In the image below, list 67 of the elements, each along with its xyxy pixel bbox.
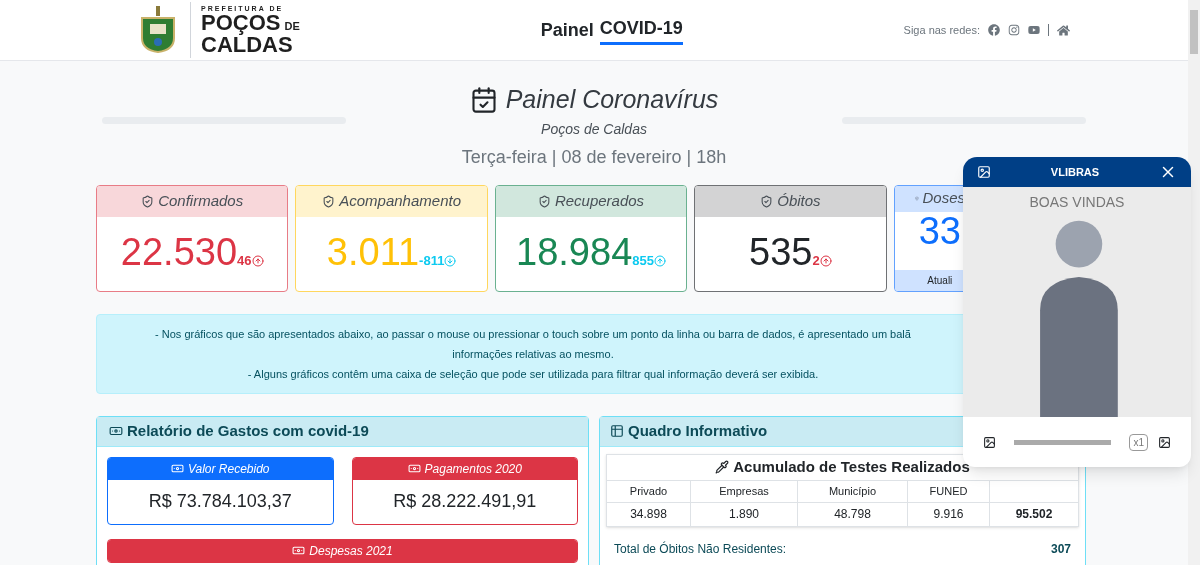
logo-text: DE bbox=[284, 20, 300, 32]
pipette-icon bbox=[715, 460, 730, 474]
social-label: Siga nas redes: bbox=[903, 22, 980, 38]
broken-image-icon bbox=[977, 165, 991, 179]
stat-label: Óbitos bbox=[777, 190, 821, 211]
arrow-up-icon bbox=[819, 254, 832, 267]
money-label: Despesas 2021 bbox=[309, 542, 393, 560]
info-text: - Nos gráficos que são apresentados abaixo, ao passar o mouse ou pressionar o touch sobre um ponto da linha ou barra de dados, é apresentado um balã bbox=[155, 326, 911, 342]
column-header: Município bbox=[798, 479, 908, 502]
speed-button[interactable]: x1 bbox=[1129, 433, 1148, 451]
stat-label: Acompanhamento bbox=[339, 190, 461, 211]
stat-value: 535 bbox=[749, 232, 813, 271]
arrow-down-icon bbox=[444, 254, 457, 267]
logo-text: POÇOS bbox=[201, 11, 281, 34]
stat-footer: Atuali bbox=[927, 272, 953, 288]
stat-label: Recuperados bbox=[554, 190, 645, 211]
hero-subtitle: Poços de Caldas bbox=[541, 119, 647, 139]
panel-title: Relatório de Gastos com covid-19 bbox=[127, 420, 369, 441]
table-cell: 9.916 bbox=[908, 501, 990, 526]
logo-text: CALDAS bbox=[201, 33, 294, 56]
table-icon bbox=[610, 424, 624, 438]
avatar-caption: BOAS VINDAS bbox=[1029, 193, 1125, 212]
column-header: Empresas bbox=[691, 479, 798, 502]
table-cell: 48.798 bbox=[798, 501, 908, 526]
column-header: Privado bbox=[607, 479, 691, 502]
hero-title: Painel Coronavírus bbox=[505, 84, 719, 115]
calendar-icon bbox=[469, 85, 498, 114]
panel-title: Quadro Informativo bbox=[628, 420, 768, 441]
arrow-up-icon bbox=[251, 254, 264, 267]
home-icon[interactable] bbox=[1057, 23, 1070, 37]
stat-label: Doses bbox=[922, 188, 966, 209]
instagram-icon[interactable] bbox=[1008, 24, 1020, 36]
stat-delta: 2 bbox=[812, 251, 832, 271]
banknote-icon bbox=[407, 462, 421, 475]
money-label: Pagamentos 2020 bbox=[424, 460, 522, 478]
stat-delta: 46 bbox=[237, 251, 264, 271]
stat-value: 33 bbox=[918, 212, 961, 250]
info-value: 307 bbox=[1050, 540, 1071, 558]
stat-value: 18.984 bbox=[516, 232, 633, 271]
page-title: Painel bbox=[540, 18, 594, 42]
table-cell: 95.502 bbox=[990, 501, 1078, 526]
info-label: Total de Óbitos Não Residentes: bbox=[614, 540, 787, 558]
stat-label: Confirmados bbox=[158, 190, 244, 211]
stat-value: 3.011 bbox=[326, 232, 420, 271]
money-value: R$ 73.784.103,37 bbox=[148, 490, 292, 513]
column-header: FUNED bbox=[908, 479, 990, 502]
youtube-icon[interactable] bbox=[1028, 24, 1040, 36]
money-value: R$ 28.222.491,91 bbox=[393, 490, 537, 513]
info-text: informações relativas ao mesmo. bbox=[452, 346, 614, 362]
banknote-icon bbox=[170, 462, 184, 475]
money-label: Valor Recebido bbox=[187, 460, 270, 478]
stat-value: 22.530 bbox=[120, 232, 238, 271]
banknote-icon bbox=[292, 544, 306, 557]
widget-title: VLIBRAS bbox=[1050, 164, 1100, 180]
stat-delta: -811 bbox=[419, 251, 457, 271]
stat-delta: 855 bbox=[632, 251, 666, 271]
table-cell: 1.890 bbox=[691, 501, 798, 526]
table-title: Acumulado de Testes Realizados bbox=[733, 456, 970, 477]
broken-image-icon[interactable] bbox=[1158, 435, 1171, 449]
hero-date: Terça-feira | 08 de fevereiro | 18h bbox=[461, 145, 727, 169]
broken-image-icon[interactable] bbox=[983, 435, 996, 449]
facebook-icon[interactable] bbox=[988, 24, 1000, 36]
info-text: - Alguns gráficos contêm uma caixa de seleção que pode ser utilizada para filtrar qual informação deverá ser exibida. bbox=[247, 366, 819, 382]
banknote-icon bbox=[109, 424, 123, 438]
table-cell: 34.898 bbox=[607, 501, 691, 526]
arrow-up-icon bbox=[654, 254, 666, 267]
page-title-highlight: COVID-19 bbox=[599, 15, 683, 45]
